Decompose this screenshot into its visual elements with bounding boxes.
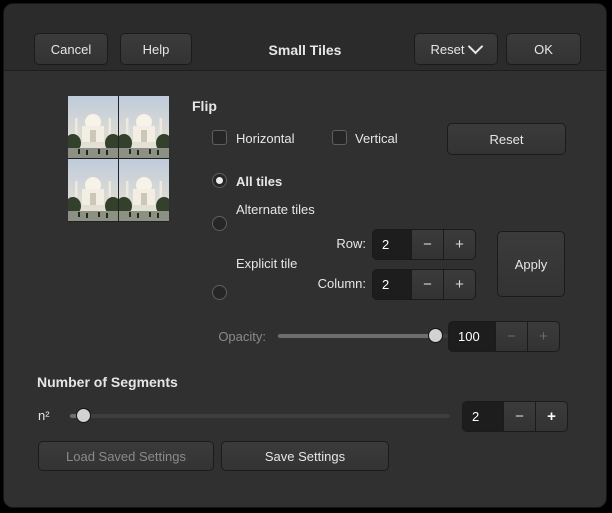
- column-spinner: 2 − +: [372, 269, 476, 300]
- opacity-plus-button[interactable]: +: [527, 321, 560, 352]
- opacity-minus-button[interactable]: −: [495, 321, 528, 352]
- plus-icon: +: [539, 328, 548, 345]
- horizontal-checkbox[interactable]: [212, 130, 227, 145]
- small-tiles-dialog: Cancel Help Small Tiles Reset OK: [3, 3, 607, 508]
- opacity-spinner: 100 − +: [448, 321, 560, 352]
- alternate-tiles-radio[interactable]: [212, 216, 227, 231]
- column-label: Column:: [304, 276, 366, 291]
- column-plus-button[interactable]: +: [443, 269, 476, 300]
- opacity-slider-fill: [278, 334, 436, 338]
- plus-icon: +: [455, 276, 464, 293]
- column-minus-button[interactable]: −: [411, 269, 444, 300]
- row-label: Row:: [304, 236, 366, 251]
- plus-icon: +: [455, 236, 464, 253]
- segments-plus-button[interactable]: +: [535, 401, 568, 432]
- save-settings-button[interactable]: Save Settings: [221, 441, 389, 471]
- tile-preview: [68, 96, 169, 222]
- minus-icon: −: [507, 328, 516, 345]
- row-minus-button[interactable]: −: [411, 229, 444, 260]
- segments-n-label: n²: [38, 408, 50, 423]
- vertical-checkbox-label: Vertical: [355, 131, 398, 146]
- segments-heading: Number of Segments: [37, 374, 178, 390]
- vertical-checkbox[interactable]: [332, 130, 347, 145]
- flip-heading: Flip: [192, 98, 217, 114]
- all-tiles-label: All tiles: [236, 174, 282, 189]
- opacity-slider-handle[interactable]: [428, 328, 443, 343]
- row-value[interactable]: 2: [372, 229, 412, 260]
- load-saved-settings-button[interactable]: Load Saved Settings: [38, 441, 214, 471]
- ok-button[interactable]: OK: [506, 33, 581, 65]
- row-plus-button[interactable]: +: [443, 229, 476, 260]
- flip-reset-button[interactable]: Reset: [447, 123, 566, 155]
- reset-dropdown-button[interactable]: Reset: [414, 33, 498, 65]
- explicit-tile-radio[interactable]: [212, 285, 227, 300]
- segments-slider-track[interactable]: [70, 414, 450, 418]
- chevron-down-icon: [468, 39, 484, 55]
- opacity-label: Opacity:: [184, 329, 266, 344]
- all-tiles-radio[interactable]: [212, 173, 227, 188]
- segments-spinner: 2 − +: [462, 401, 568, 432]
- row-spinner: 2 − +: [372, 229, 476, 260]
- minus-icon: −: [515, 408, 524, 425]
- segments-value[interactable]: 2: [462, 401, 504, 432]
- apply-button[interactable]: Apply: [497, 231, 565, 297]
- alternate-tiles-label: Alternate tiles: [236, 202, 315, 217]
- minus-icon: −: [423, 276, 432, 293]
- dialog-header: Cancel Help Small Tiles Reset OK: [4, 4, 606, 71]
- reset-dropdown-label: Reset: [431, 42, 465, 57]
- column-value[interactable]: 2: [372, 269, 412, 300]
- horizontal-checkbox-label: Horizontal: [236, 131, 295, 146]
- preview-tile-image: [68, 96, 118, 158]
- opacity-value[interactable]: 100: [448, 321, 496, 352]
- minus-icon: −: [423, 236, 432, 253]
- preview-tile-image: [119, 159, 169, 221]
- preview-tile-image: [68, 159, 118, 221]
- segments-minus-button[interactable]: −: [503, 401, 536, 432]
- segments-slider-handle[interactable]: [76, 408, 91, 423]
- explicit-tile-label: Explicit tile: [236, 256, 297, 271]
- preview-tile-image: [119, 96, 169, 158]
- plus-icon: +: [547, 408, 556, 425]
